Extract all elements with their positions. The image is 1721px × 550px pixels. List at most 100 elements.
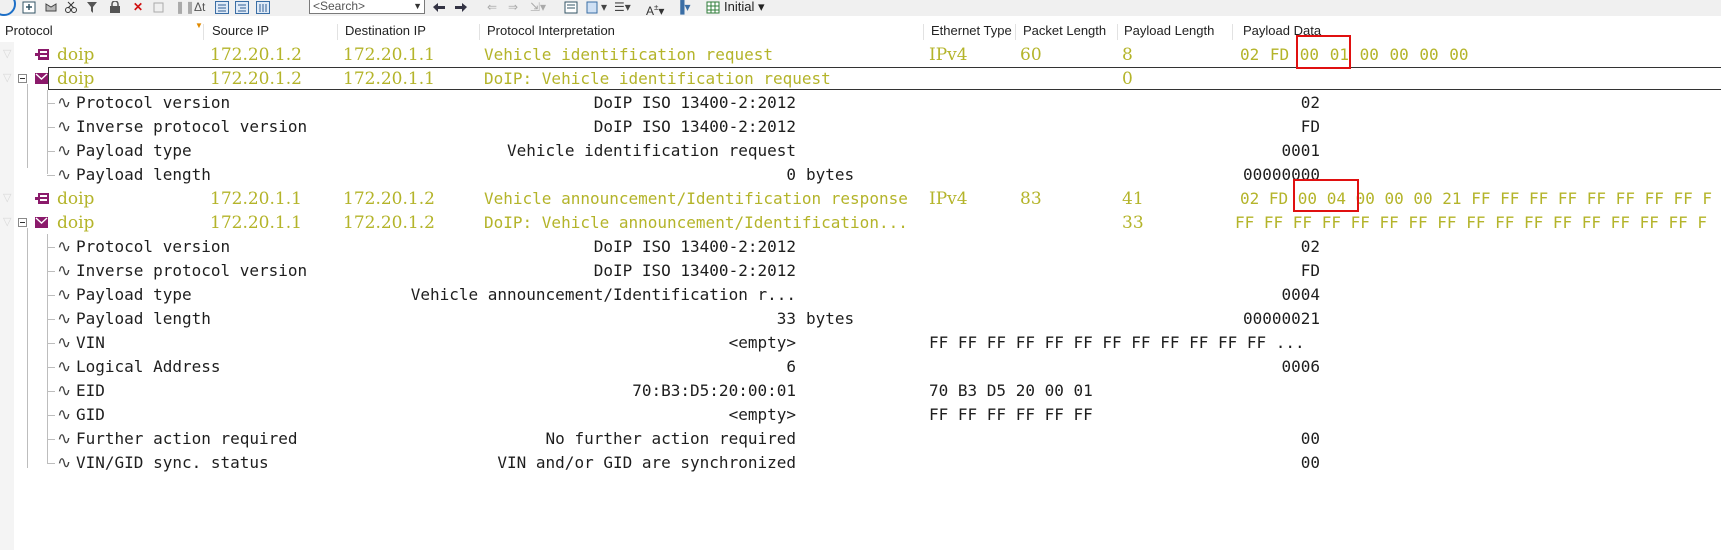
filter-icon[interactable] bbox=[86, 1, 100, 14]
font-size-icon[interactable]: A±▾ bbox=[646, 1, 664, 18]
jump-icon[interactable]: ⇲▾ bbox=[530, 1, 546, 14]
col-separator[interactable] bbox=[337, 24, 338, 40]
protocol-cell: doip bbox=[57, 213, 95, 233]
field-icon: ∿ bbox=[57, 309, 72, 329]
field-icon: ∿ bbox=[57, 357, 72, 377]
col-separator[interactable] bbox=[1117, 24, 1118, 40]
view-mode-3-icon[interactable] bbox=[256, 1, 270, 14]
packet-row[interactable]: ▽ doip 172.20.1.2 172.20.1.1 DoIP: Vehic… bbox=[0, 67, 1721, 91]
packet-row[interactable]: ▽ doip 172.20.1.2 172.20.1.1 Vehicle ide… bbox=[0, 43, 1721, 67]
protocol-cell: doip bbox=[57, 45, 95, 65]
delta-time-icon[interactable]: Δt bbox=[194, 1, 205, 14]
col-separator[interactable] bbox=[923, 24, 924, 40]
columns-icon[interactable]: ▐▾ bbox=[676, 1, 691, 14]
field-name: Payload type bbox=[76, 141, 192, 160]
col-header-payload-length[interactable]: Payload Length bbox=[1124, 21, 1214, 41]
view-mode-1-icon[interactable] bbox=[215, 1, 229, 14]
arrow-left-icon[interactable]: ⇐ bbox=[487, 1, 497, 14]
field-name: Payload length bbox=[76, 309, 211, 328]
col-separator[interactable] bbox=[203, 24, 204, 40]
packet-length-cell: 60 bbox=[1020, 45, 1042, 65]
interpretation-cell: Vehicle identification request bbox=[484, 45, 773, 64]
view-mode-2-icon[interactable] bbox=[235, 1, 249, 14]
column-header-row: Protocol Source IP Destination IP Protoc… bbox=[0, 21, 1721, 41]
field-raw: 0001 bbox=[1281, 141, 1320, 160]
collapse-toggle[interactable] bbox=[18, 74, 27, 83]
message-icon bbox=[35, 73, 48, 84]
clear-icon[interactable] bbox=[152, 1, 166, 14]
capture-icon[interactable] bbox=[44, 1, 58, 14]
field-row[interactable]: ∿ GID <empty> FF FF FF FF FF FF bbox=[0, 403, 1721, 427]
tree-line bbox=[47, 439, 55, 440]
col-header-destination-ip[interactable]: Destination IP bbox=[345, 21, 426, 41]
col-header-source-ip[interactable]: Source IP bbox=[212, 21, 269, 41]
field-value: VIN and/or GID are synchronized bbox=[497, 453, 796, 472]
col-separator[interactable] bbox=[1232, 24, 1233, 40]
find-next-icon[interactable] bbox=[454, 1, 468, 14]
message-icon bbox=[35, 217, 48, 228]
field-name: GID bbox=[76, 405, 105, 424]
field-row[interactable]: ∿ Protocol version DoIP ISO 13400-2:2012… bbox=[0, 91, 1721, 115]
scissors-icon[interactable] bbox=[64, 1, 78, 14]
field-row[interactable]: ∿ EID 70:B3:D5:20:00:01 70 B3 D5 20 00 0… bbox=[0, 379, 1721, 403]
tree-line bbox=[47, 391, 55, 392]
source-ip-cell: 172.20.1.2 bbox=[210, 69, 302, 89]
col-header-protocol-interpretation[interactable]: Protocol Interpretation bbox=[487, 21, 615, 41]
field-icon: ∿ bbox=[57, 333, 72, 353]
chevron-down-icon[interactable]: ▼ bbox=[413, 0, 422, 15]
import-icon[interactable] bbox=[22, 1, 36, 14]
field-row[interactable]: ∿ Protocol version DoIP ISO 13400-2:2012… bbox=[0, 235, 1721, 259]
layout-lines-icon[interactable]: ☰▾ bbox=[614, 1, 631, 14]
packet-row[interactable]: ▽ doip 172.20.1.1 172.20.1.2 Vehicle ann… bbox=[0, 187, 1721, 211]
field-icon: ∿ bbox=[57, 381, 72, 401]
delete-icon[interactable]: ✕ bbox=[133, 1, 143, 14]
field-row[interactable]: ∿ Logical Address 6 0006 bbox=[0, 355, 1721, 379]
tree-line bbox=[47, 247, 55, 248]
field-row[interactable]: ∿ VIN <empty> FF FF FF FF FF FF FF FF FF… bbox=[0, 331, 1721, 355]
tree-line bbox=[47, 415, 55, 416]
col-separator[interactable] bbox=[1015, 24, 1016, 40]
field-raw: 00 bbox=[1300, 429, 1320, 448]
field-row[interactable]: ∿ Payload length 0 bytes 00000000 bbox=[0, 163, 1721, 187]
protocol-cell: doip bbox=[57, 69, 95, 89]
col-separator[interactable] bbox=[479, 24, 480, 40]
collapse-toggle[interactable] bbox=[18, 218, 27, 227]
focus-ring-icon bbox=[0, 0, 16, 16]
packet-length-cell: 83 bbox=[1020, 189, 1042, 209]
tree-line bbox=[47, 175, 55, 176]
col-header-ethernet-type[interactable]: Ethernet Type bbox=[931, 21, 1012, 41]
lock-icon[interactable] bbox=[108, 1, 122, 14]
field-row[interactable]: ∿ Payload length 33 bytes 00000021 bbox=[0, 307, 1721, 331]
grid-icon[interactable] bbox=[706, 1, 720, 14]
pause-icon[interactable]: ❚❚ bbox=[175, 1, 195, 14]
bookmark-icon[interactable] bbox=[586, 1, 600, 14]
packet-row[interactable]: ▽ doip 172.20.1.1 172.20.1.2 DoIP: Vehic… bbox=[0, 211, 1721, 235]
layout-preset-select[interactable]: Initial ▾ bbox=[724, 0, 765, 14]
field-raw: 00000021 bbox=[1242, 309, 1320, 328]
ethernet-type-cell: IPv4 bbox=[929, 45, 968, 65]
search-placeholder: <Search> bbox=[313, 0, 366, 13]
row-marker-icon: ▽ bbox=[3, 72, 12, 84]
sort-indicator-icon: ▼ bbox=[195, 21, 203, 30]
field-name: Further action required bbox=[76, 429, 298, 448]
col-header-packet-length[interactable]: Packet Length bbox=[1023, 21, 1106, 41]
field-row[interactable]: ∿ Inverse protocol version DoIP ISO 1340… bbox=[0, 259, 1721, 283]
field-row[interactable]: ∿ Further action required No further act… bbox=[0, 427, 1721, 451]
field-unit: bytes bbox=[806, 165, 855, 184]
field-name: Payload type bbox=[76, 285, 192, 304]
field-row[interactable]: ∿ Inverse protocol version DoIP ISO 1340… bbox=[0, 115, 1721, 139]
search-input[interactable]: <Search> ▼ bbox=[309, 0, 425, 14]
field-row[interactable]: ∿ VIN/GID sync. status VIN and/or GID ar… bbox=[0, 451, 1721, 475]
dropdown-arrow-icon[interactable]: ▾ bbox=[601, 1, 607, 14]
destination-ip-cell: 172.20.1.1 bbox=[343, 45, 435, 65]
destination-ip-cell: 172.20.1.2 bbox=[343, 213, 435, 233]
row-marker-icon: ▽ bbox=[3, 48, 12, 60]
payload-length-cell: 33 bbox=[1122, 213, 1144, 233]
field-value: Vehicle announcement/Identification r... bbox=[410, 285, 796, 304]
find-prev-icon[interactable] bbox=[432, 1, 446, 14]
arrow-right-icon[interactable]: ⇒ bbox=[508, 1, 518, 14]
field-row[interactable]: ∿ Payload type Vehicle identification re… bbox=[0, 139, 1721, 163]
document-icon[interactable] bbox=[564, 1, 578, 14]
field-row[interactable]: ∿ Payload type Vehicle announcement/Iden… bbox=[0, 283, 1721, 307]
col-header-protocol[interactable]: Protocol bbox=[5, 21, 53, 41]
